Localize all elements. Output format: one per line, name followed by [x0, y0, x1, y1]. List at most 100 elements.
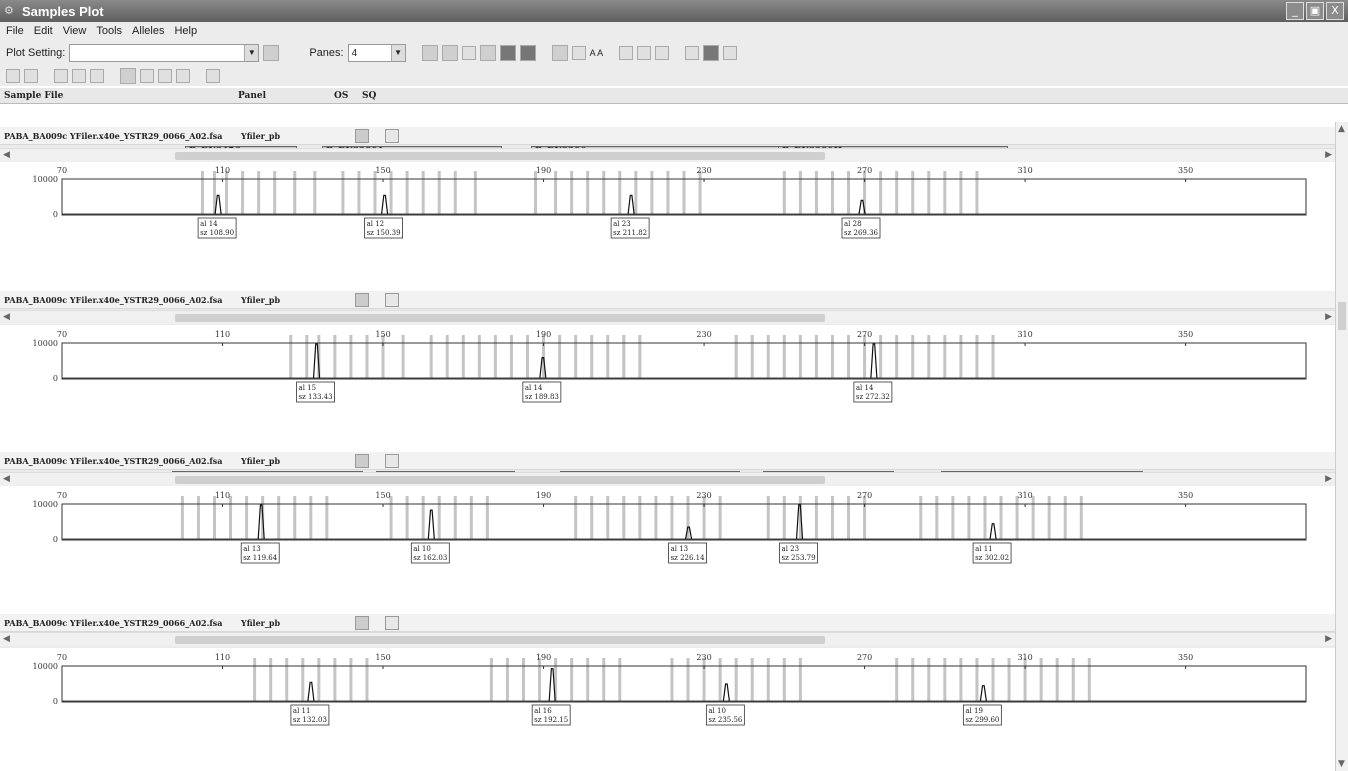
- menu-view[interactable]: View: [63, 25, 87, 37]
- scroll-thumb[interactable]: [1338, 302, 1346, 330]
- view-layout-icon[interactable]: [499, 45, 516, 61]
- col-os[interactable]: OS: [334, 91, 348, 101]
- bin-marker: [999, 496, 1003, 540]
- scroll-right-icon[interactable]: ▶: [1325, 150, 1332, 160]
- allele-label[interactable]: al 14sz 108.90: [197, 217, 237, 239]
- peak-trace[interactable]: [627, 194, 635, 215]
- menu-help[interactable]: Help: [174, 25, 197, 37]
- peak-trace[interactable]: [214, 194, 222, 215]
- peak-trace[interactable]: [722, 683, 730, 702]
- panes-select[interactable]: 4 ▼: [347, 44, 406, 62]
- pane-horizontal-scrollbar[interactable]: ◀ ▶: [0, 472, 1335, 486]
- bin-marker: [212, 496, 216, 540]
- export-icon[interactable]: [723, 46, 738, 60]
- peak-trace[interactable]: [427, 509, 435, 540]
- bin-marker: [670, 658, 674, 702]
- bin-icon[interactable]: [90, 69, 104, 83]
- plot-setting-select[interactable]: ▼: [69, 44, 260, 62]
- scroll-left-icon[interactable]: ◀: [3, 474, 10, 484]
- peak-trace[interactable]: [307, 681, 315, 702]
- plot-settings-editor-icon[interactable]: [263, 45, 280, 61]
- chevron-down-icon[interactable]: ▼: [244, 45, 259, 61]
- menu-file[interactable]: File: [6, 25, 24, 37]
- allele-label[interactable]: al 23sz 253.79: [779, 542, 818, 564]
- zoom-icon[interactable]: [655, 46, 670, 60]
- export-icon[interactable]: [703, 45, 720, 61]
- peak-trace[interactable]: [870, 343, 878, 379]
- menu-edit[interactable]: Edit: [34, 25, 53, 37]
- table-icon[interactable]: [551, 45, 568, 61]
- allele-label[interactable]: al 11sz 302.02: [972, 542, 1012, 564]
- col-panel[interactable]: Panel: [238, 91, 266, 101]
- chevron-down-icon[interactable]: ▼: [390, 45, 405, 61]
- maximize-button[interactable]: ▣: [1306, 2, 1324, 20]
- minimize-button[interactable]: _: [1286, 2, 1304, 20]
- view-layout-icon[interactable]: [421, 45, 438, 61]
- bin-icon[interactable]: [54, 69, 68, 83]
- zoom-icon[interactable]: [619, 46, 634, 60]
- allele-label[interactable]: al 14sz 189.83: [522, 381, 562, 403]
- scroll-up-icon[interactable]: ▲: [1338, 124, 1345, 134]
- scroll-right-icon[interactable]: ▶: [1325, 474, 1332, 484]
- bin-marker: [951, 496, 955, 540]
- scroll-right-icon[interactable]: ▶: [1325, 312, 1332, 322]
- label-icon[interactable]: [158, 69, 172, 83]
- view-layout-icon[interactable]: [441, 45, 458, 61]
- font-size-icon[interactable]: A A: [590, 48, 604, 58]
- scroll-thumb[interactable]: [175, 636, 825, 644]
- pane-horizontal-scrollbar[interactable]: ◀ ▶: [0, 310, 1335, 324]
- bin-marker: [618, 171, 622, 215]
- peak-trace[interactable]: [979, 685, 987, 702]
- allele-label[interactable]: al 28sz 269.36: [841, 217, 881, 239]
- view-layout-icon[interactable]: [479, 45, 496, 61]
- scroll-left-icon[interactable]: ◀: [3, 634, 10, 644]
- close-button[interactable]: X: [1326, 2, 1344, 20]
- view-layout-icon[interactable]: [519, 45, 536, 61]
- bin-marker: [750, 658, 754, 702]
- electropherogram-plot[interactable]: 70 110 150 190 230 270 310 350 10000 0 al 11sz 132…: [0, 648, 1335, 748]
- scroll-thumb[interactable]: [175, 476, 825, 484]
- allele-label[interactable]: al 13sz 226.14: [668, 542, 707, 564]
- scroll-left-icon[interactable]: ◀: [3, 312, 10, 322]
- allele-label[interactable]: al 14sz 272.32: [853, 381, 893, 403]
- electropherogram-plot[interactable]: 70 110 150 190 230 270 310 350 10000 0 al 15sz 133…: [0, 325, 1335, 425]
- allele-label[interactable]: al 15sz 133.43: [296, 381, 335, 403]
- scroll-down-icon[interactable]: ▼: [1338, 759, 1345, 769]
- allele-label[interactable]: al 10sz 235.56: [705, 704, 745, 726]
- print-icon[interactable]: [206, 69, 220, 83]
- col-sq[interactable]: SQ: [362, 91, 376, 101]
- scroll-left-icon[interactable]: ◀: [3, 150, 10, 160]
- align-icon[interactable]: [571, 46, 586, 60]
- x-tick-label: 350: [1178, 166, 1193, 175]
- allele-label[interactable]: al 10sz 162.03: [410, 542, 450, 564]
- scroll-thumb[interactable]: [175, 152, 825, 160]
- allele-label[interactable]: al 12sz 150.39: [364, 217, 403, 239]
- view-layout-icon[interactable]: [461, 46, 476, 60]
- allele-label[interactable]: al 13sz 119.64: [240, 542, 280, 564]
- electropherogram-plot[interactable]: 70 110 150 190 230 270 310 350 10000 0 al 14sz 108…: [0, 161, 1335, 261]
- peak-icon[interactable]: [24, 69, 38, 83]
- label-icon[interactable]: [120, 68, 136, 84]
- label-icon[interactable]: [140, 69, 154, 83]
- scroll-right-icon[interactable]: ▶: [1325, 634, 1332, 644]
- peak-trace[interactable]: [989, 523, 997, 540]
- menu-tools[interactable]: Tools: [96, 25, 122, 37]
- menu-alleles[interactable]: Alleles: [132, 25, 164, 37]
- peak-icon[interactable]: [6, 69, 20, 83]
- electropherogram-plot[interactable]: 70 110 150 190 230 270 310 350100000al 13sz 119…: [0, 486, 1335, 586]
- pane-horizontal-scrollbar[interactable]: ◀ ▶: [0, 632, 1335, 646]
- allele-label[interactable]: al 11sz 132.03: [290, 704, 330, 726]
- export-icon[interactable]: [685, 46, 700, 60]
- peak-trace[interactable]: [381, 194, 389, 215]
- pane-horizontal-scrollbar[interactable]: ◀ ▶: [0, 148, 1335, 162]
- bin-marker: [847, 171, 851, 215]
- allele-label[interactable]: al 16sz 192.15: [531, 704, 571, 726]
- allele-label[interactable]: al 19sz 299.60: [962, 704, 1002, 726]
- vertical-scrollbar[interactable]: ▲ ▼: [1335, 122, 1348, 771]
- bin-icon[interactable]: [72, 69, 86, 83]
- col-sample-file[interactable]: Sample File: [4, 91, 63, 101]
- zoom-icon[interactable]: [637, 46, 652, 60]
- label-icon[interactable]: [176, 69, 190, 83]
- scroll-thumb[interactable]: [175, 314, 825, 322]
- allele-label[interactable]: al 23sz 211.82: [610, 217, 650, 239]
